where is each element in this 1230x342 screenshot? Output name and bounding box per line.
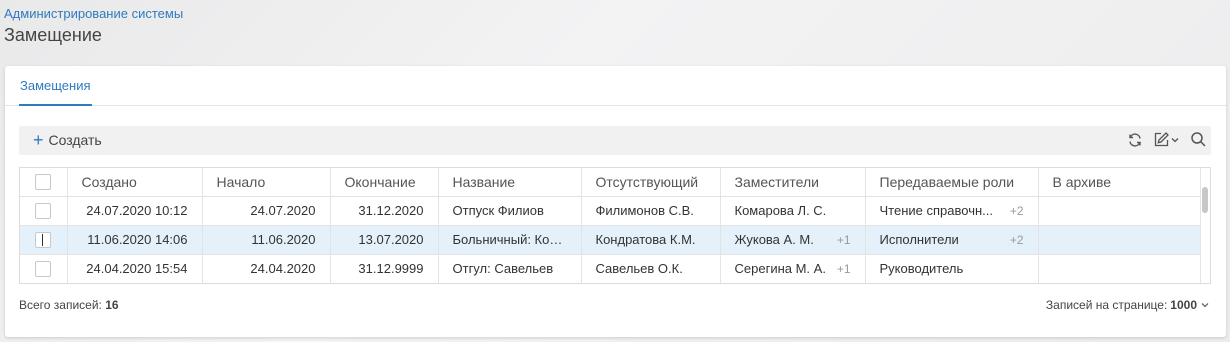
plus-icon: + <box>33 130 44 150</box>
cell-archive <box>1038 225 1201 255</box>
cell-deputies: Комарова Л. С. <box>720 196 866 226</box>
cell-archive <box>1038 254 1201 283</box>
column-header-absent[interactable]: Отсутствующий <box>581 168 721 197</box>
column-header-start[interactable]: Начало <box>202 168 331 197</box>
select-all-checkbox[interactable] <box>35 174 52 191</box>
cell-created: 24.07.2020 10:12 <box>67 196 203 226</box>
cell-absent: Филимонов С.В. <box>581 196 721 226</box>
column-header-deputies[interactable]: Заместители <box>720 168 866 197</box>
cell-name: Больничный: Кон... <box>438 225 582 255</box>
row-select-cell <box>20 225 68 255</box>
cell-start: 11.06.2020 <box>202 225 331 255</box>
edit-menu-button[interactable] <box>1153 131 1180 148</box>
column-header-roles[interactable]: Передаваемые роли <box>865 168 1039 197</box>
cell-end: 31.12.9999 <box>330 254 439 283</box>
column-header-created[interactable]: Создано <box>67 168 203 197</box>
tab-substitutions[interactable]: Замещения <box>19 78 92 106</box>
cell-archive <box>1038 196 1201 226</box>
create-label: Создать <box>48 132 102 148</box>
cell-name: Отгул: Савельев <box>438 254 582 283</box>
cell-deputies: Жукова А. М. +1 <box>720 225 866 255</box>
cell-absent: Кондратова К.М. <box>581 225 721 255</box>
cell-start: 24.07.2020 <box>202 196 331 226</box>
cell-created: 11.06.2020 14:06 <box>67 225 203 255</box>
edit-icon <box>1154 132 1169 147</box>
create-button[interactable]: + Создать <box>33 130 102 150</box>
total-records-value: 16 <box>105 298 119 312</box>
deputies-text: Жукова А. М. <box>734 232 814 247</box>
cell-roles: Чтение справочн... +2 <box>865 196 1039 226</box>
deputies-text: Серегина М. А. <box>734 261 826 276</box>
cell-roles: Исполнители +2 <box>865 225 1039 255</box>
column-header-end[interactable]: Окончание <box>330 168 439 197</box>
cell-end: 13.07.2020 <box>330 225 439 255</box>
row-select-cell <box>20 196 68 226</box>
vertical-scrollbar[interactable] <box>1202 187 1208 213</box>
column-header-name[interactable]: Название <box>438 168 582 197</box>
roles-text: Исполнители <box>879 232 959 247</box>
substitutions-card: Замещения + Создать Создано Начало Оконч… <box>5 66 1226 337</box>
table-row[interactable]: 24.07.2020 10:12 24.07.2020 31.12.2020 О… <box>20 196 1201 226</box>
total-records-label: Всего записей: <box>19 298 102 312</box>
cell-end: 31.12.2020 <box>330 196 439 226</box>
cell-roles: Руководитель <box>865 254 1039 283</box>
table-header: Создано Начало Окончание Название Отсутс… <box>20 168 1201 197</box>
row-checkbox[interactable] <box>35 202 52 219</box>
roles-more-badge: +2 <box>1009 203 1024 218</box>
total-records: Всего записей: 16 <box>19 298 119 312</box>
page-title: Замещение <box>4 25 102 45</box>
toolbar: + Создать <box>19 126 1211 155</box>
chevron-down-icon <box>1201 303 1209 308</box>
row-checkbox[interactable] <box>35 231 52 248</box>
cell-deputies: Серегина М. А. +1 <box>720 254 866 283</box>
page-size-label: Записей на странице: <box>1045 298 1168 312</box>
breadcrumb[interactable]: Администрирование системы <box>4 6 183 21</box>
tab-bar: Замещения <box>5 66 1226 106</box>
roles-text: Чтение справочн... <box>879 203 993 218</box>
chevron-down-icon <box>1171 137 1179 142</box>
row-select-cell <box>20 254 68 283</box>
cell-absent: Савельев О.К. <box>581 254 721 283</box>
table-row[interactable]: 11.06.2020 14:06 11.06.2020 13.07.2020 Б… <box>20 225 1201 255</box>
cell-start: 24.04.2020 <box>202 254 331 283</box>
deputies-more-badge: +1 <box>836 261 851 276</box>
roles-more-badge: +2 <box>1009 232 1024 247</box>
search-icon[interactable] <box>1190 131 1207 148</box>
roles-text: Руководитель <box>879 261 964 276</box>
toolbar-actions <box>1127 131 1207 148</box>
page-size-selector[interactable]: Записей на странице: 1000 <box>1046 298 1210 312</box>
deputies-more-badge: +1 <box>836 232 851 247</box>
refresh-icon[interactable] <box>1127 132 1143 148</box>
cell-created: 24.04.2020 15:54 <box>67 254 203 283</box>
substitutions-table: Создано Начало Окончание Название Отсутс… <box>19 167 1211 284</box>
select-all-cell <box>20 168 68 197</box>
deputies-text: Комарова Л. С. <box>734 203 827 218</box>
cell-name: Отпуск Филиов <box>438 196 582 226</box>
column-header-archive[interactable]: В архиве <box>1038 168 1201 197</box>
page-size-value: 1000 <box>1170 298 1197 312</box>
table-row[interactable]: 24.04.2020 15:54 24.04.2020 31.12.9999 О… <box>20 254 1201 283</box>
row-checkbox[interactable] <box>35 260 52 277</box>
